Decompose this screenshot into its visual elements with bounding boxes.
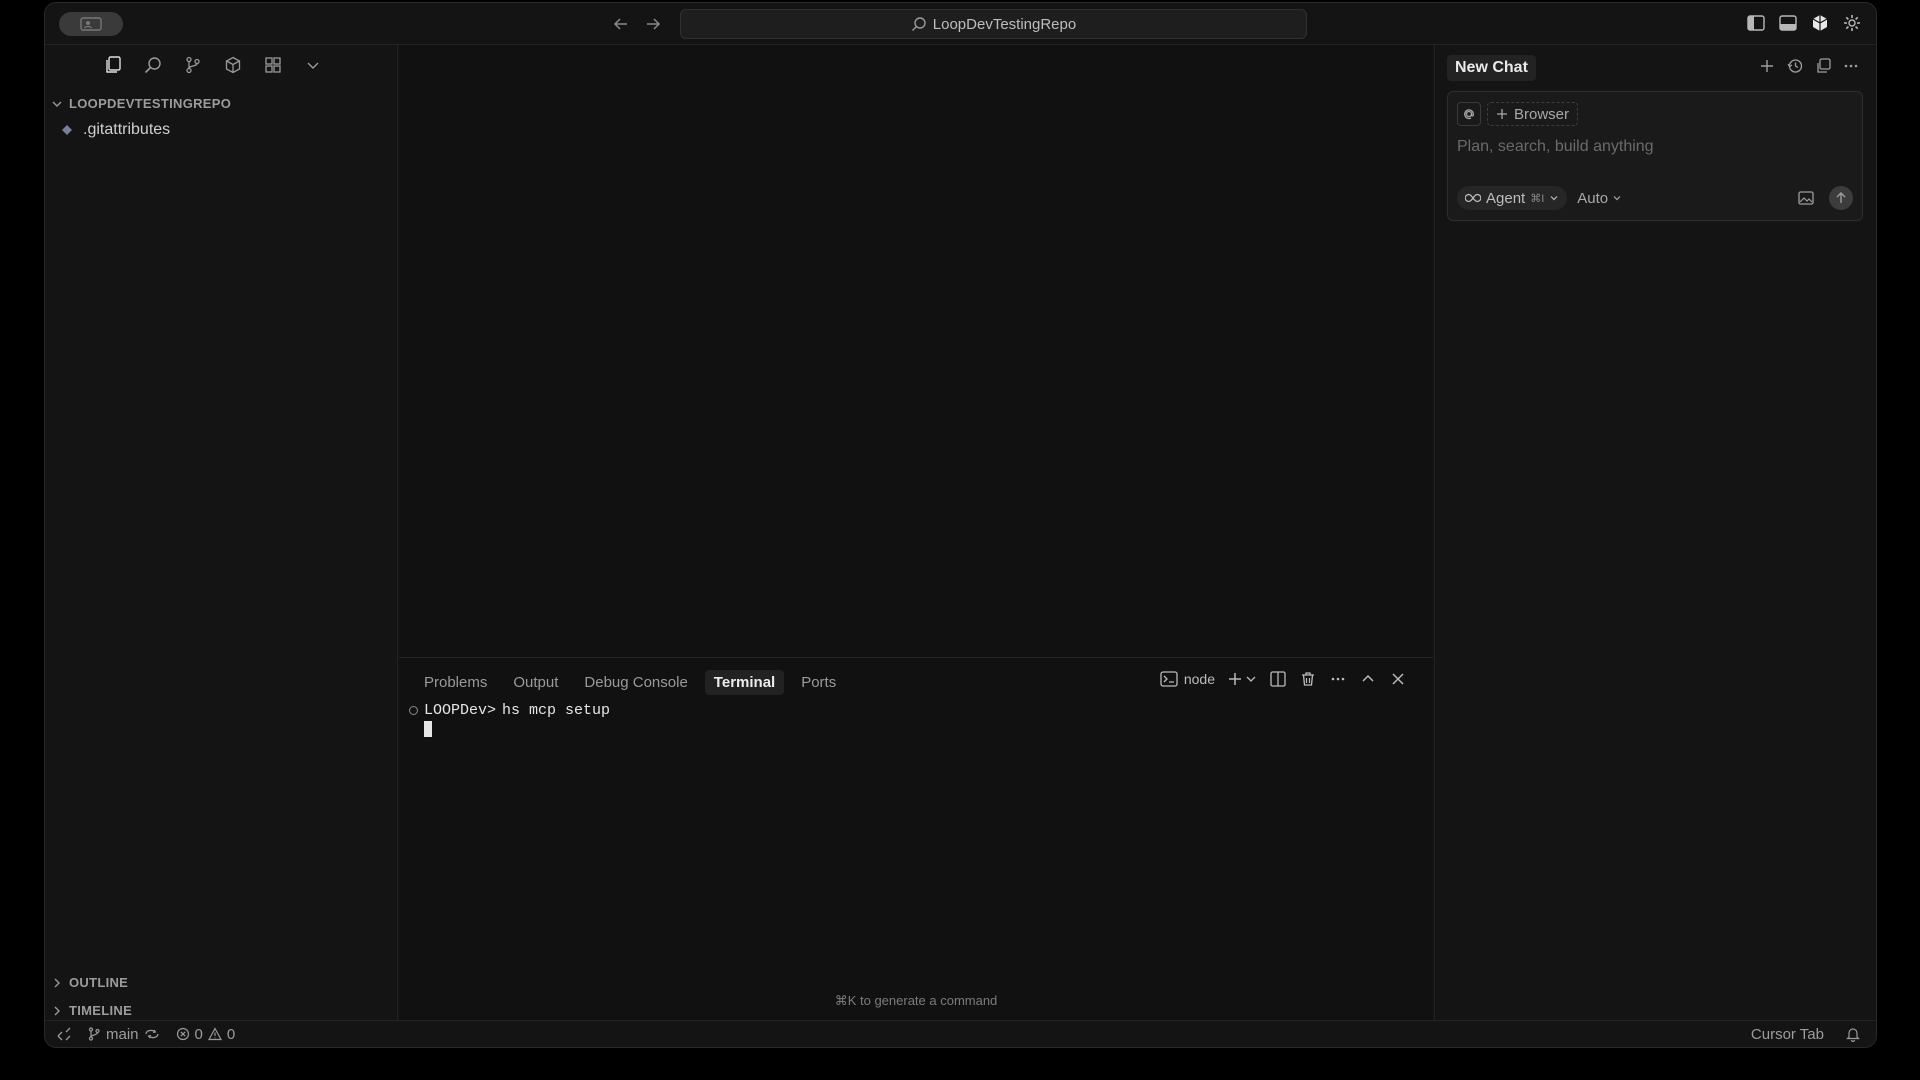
arrow-up-icon bbox=[1836, 192, 1846, 203]
chevron-down-icon bbox=[52, 101, 62, 107]
title-bar: LoopDevTestingRepo bbox=[45, 3, 1876, 45]
command-center-search[interactable]: LoopDevTestingRepo bbox=[680, 9, 1307, 39]
browser-context-pill[interactable]: Browser bbox=[1487, 102, 1579, 126]
source-control-icon[interactable] bbox=[183, 55, 203, 75]
chevron-right-icon bbox=[54, 978, 60, 987]
bottom-panel: Problems Output Debug Console Terminal P… bbox=[399, 657, 1433, 1021]
history-icon[interactable] bbox=[1786, 57, 1804, 75]
terminal-name: node bbox=[1183, 671, 1215, 687]
branch-name: main bbox=[106, 1025, 139, 1043]
chat-input[interactable] bbox=[1457, 138, 1847, 156]
git-file-icon bbox=[62, 125, 72, 135]
plus-icon bbox=[1497, 109, 1507, 119]
infinity-icon bbox=[1465, 193, 1481, 203]
bell-icon[interactable] bbox=[1846, 1026, 1860, 1042]
terminal-command: hs mcp setup bbox=[502, 702, 611, 719]
timeline-section-header[interactable]: TIMELINE bbox=[51, 1003, 132, 1018]
chat-composer: Browser Agent ⌘I Auto bbox=[1447, 91, 1863, 221]
tab-ports[interactable]: Ports bbox=[792, 670, 845, 695]
chat-pane: New Chat Browser Plan, search, build any… bbox=[1434, 45, 1876, 1021]
remote-icon bbox=[57, 1027, 71, 1041]
tab-terminal[interactable]: Terminal bbox=[704, 670, 785, 695]
outline-label: OUTLINE bbox=[69, 975, 129, 990]
warning-count: 0 bbox=[226, 1025, 236, 1043]
toggle-sidebar-icon[interactable] bbox=[1746, 13, 1766, 33]
plus-icon bbox=[1229, 673, 1241, 685]
send-button[interactable] bbox=[1829, 186, 1853, 210]
agent-shortcut: ⌘I bbox=[1530, 192, 1545, 205]
cube-extensions-icon[interactable] bbox=[223, 55, 243, 75]
more-options-icon[interactable] bbox=[1842, 57, 1860, 75]
git-branch-icon bbox=[88, 1027, 100, 1041]
more-options-icon[interactable] bbox=[1329, 670, 1347, 688]
status-bar: main 0 0 Cursor Tab bbox=[45, 1020, 1876, 1047]
trash-icon[interactable] bbox=[1299, 670, 1317, 688]
copy-chat-icon[interactable] bbox=[1814, 57, 1832, 75]
new-chat-plus-icon[interactable] bbox=[1758, 57, 1776, 75]
explorer-files-icon[interactable] bbox=[103, 55, 123, 75]
branch-indicator[interactable]: main bbox=[87, 1026, 160, 1043]
error-count: 0 bbox=[194, 1025, 203, 1043]
command-status-dot bbox=[409, 706, 418, 715]
split-terminal-icon[interactable] bbox=[1269, 670, 1287, 688]
sidebar: LOOPDEVTESTINGREPO .gitattributes OUTLIN… bbox=[45, 45, 398, 1021]
cursor-tab-status[interactable]: Cursor Tab bbox=[1751, 1026, 1824, 1043]
toggle-panel-icon[interactable] bbox=[1778, 13, 1798, 33]
add-context-at-button[interactable] bbox=[1457, 102, 1481, 126]
chevron-down-icon bbox=[1246, 676, 1256, 682]
tab-debug-console[interactable]: Debug Console bbox=[575, 670, 696, 695]
explorer-section-header[interactable]: LOOPDEVTESTINGREPO bbox=[51, 96, 231, 111]
app-window: LoopDevTestingRepo LOOPDEVTESTINGREPO .g… bbox=[44, 2, 1877, 1048]
maximize-panel-icon[interactable] bbox=[1359, 670, 1377, 688]
terminal-prompt: LOOPDev> bbox=[424, 702, 497, 719]
image-attach-icon[interactable] bbox=[1797, 189, 1815, 207]
search-icon bbox=[911, 17, 926, 31]
file-name: .gitattributes bbox=[83, 121, 171, 138]
browser-context-label: Browser bbox=[1514, 105, 1570, 123]
chevron-down-icon bbox=[1613, 196, 1621, 201]
explorer-folder-name: LOOPDEVTESTINGREPO bbox=[69, 96, 232, 111]
search-icon[interactable] bbox=[143, 55, 163, 75]
extensions-grid-icon[interactable] bbox=[263, 55, 283, 75]
back-arrow-icon[interactable] bbox=[611, 14, 631, 34]
settings-gear-icon[interactable] bbox=[1842, 13, 1862, 33]
agent-mode-selector[interactable]: Agent ⌘I bbox=[1457, 186, 1568, 210]
activity-bar bbox=[103, 55, 323, 75]
chevron-down-icon bbox=[1550, 196, 1558, 201]
editor-area[interactable] bbox=[399, 45, 1433, 657]
close-icon[interactable] bbox=[1389, 670, 1407, 688]
account-icon bbox=[80, 17, 102, 31]
sync-icon bbox=[144, 1029, 159, 1039]
model-label: Auto bbox=[1577, 189, 1609, 207]
outline-section-header[interactable]: OUTLINE bbox=[51, 975, 128, 990]
timeline-label: TIMELINE bbox=[69, 1003, 133, 1018]
chat-tab-title[interactable]: New Chat bbox=[1447, 55, 1536, 81]
panel-actions: node bbox=[1160, 670, 1407, 688]
profile-button[interactable] bbox=[59, 12, 123, 36]
chevron-right-icon bbox=[54, 1006, 60, 1015]
problems-indicator[interactable]: 0 0 bbox=[176, 1025, 236, 1043]
terminal-output[interactable]: LOOPDev> hs mcp setup bbox=[409, 702, 610, 737]
tab-problems[interactable]: Problems bbox=[415, 670, 496, 695]
terminal-cursor bbox=[424, 721, 432, 737]
terminal-icon bbox=[1160, 671, 1178, 687]
command-center-label: LoopDevTestingRepo bbox=[932, 15, 1077, 33]
warning-icon bbox=[207, 1027, 222, 1041]
remote-indicator[interactable] bbox=[57, 1027, 71, 1041]
terminal-selector[interactable]: node bbox=[1160, 671, 1215, 687]
panel-tabs: Problems Output Debug Console Terminal P… bbox=[415, 670, 845, 695]
agent-mode-label: Agent bbox=[1486, 189, 1526, 207]
file-item[interactable]: .gitattributes bbox=[61, 121, 170, 139]
new-terminal-button[interactable] bbox=[1227, 671, 1257, 687]
forward-arrow-icon[interactable] bbox=[643, 14, 663, 34]
model-selector[interactable]: Auto bbox=[1577, 190, 1622, 207]
chevron-down-icon[interactable] bbox=[303, 55, 323, 75]
cursor-cube-icon[interactable] bbox=[1810, 13, 1830, 33]
error-icon bbox=[176, 1027, 189, 1041]
generate-command-hint: ⌘K to generate a command bbox=[834, 993, 998, 1008]
tab-output[interactable]: Output bbox=[504, 670, 567, 695]
at-icon bbox=[1464, 109, 1474, 120]
